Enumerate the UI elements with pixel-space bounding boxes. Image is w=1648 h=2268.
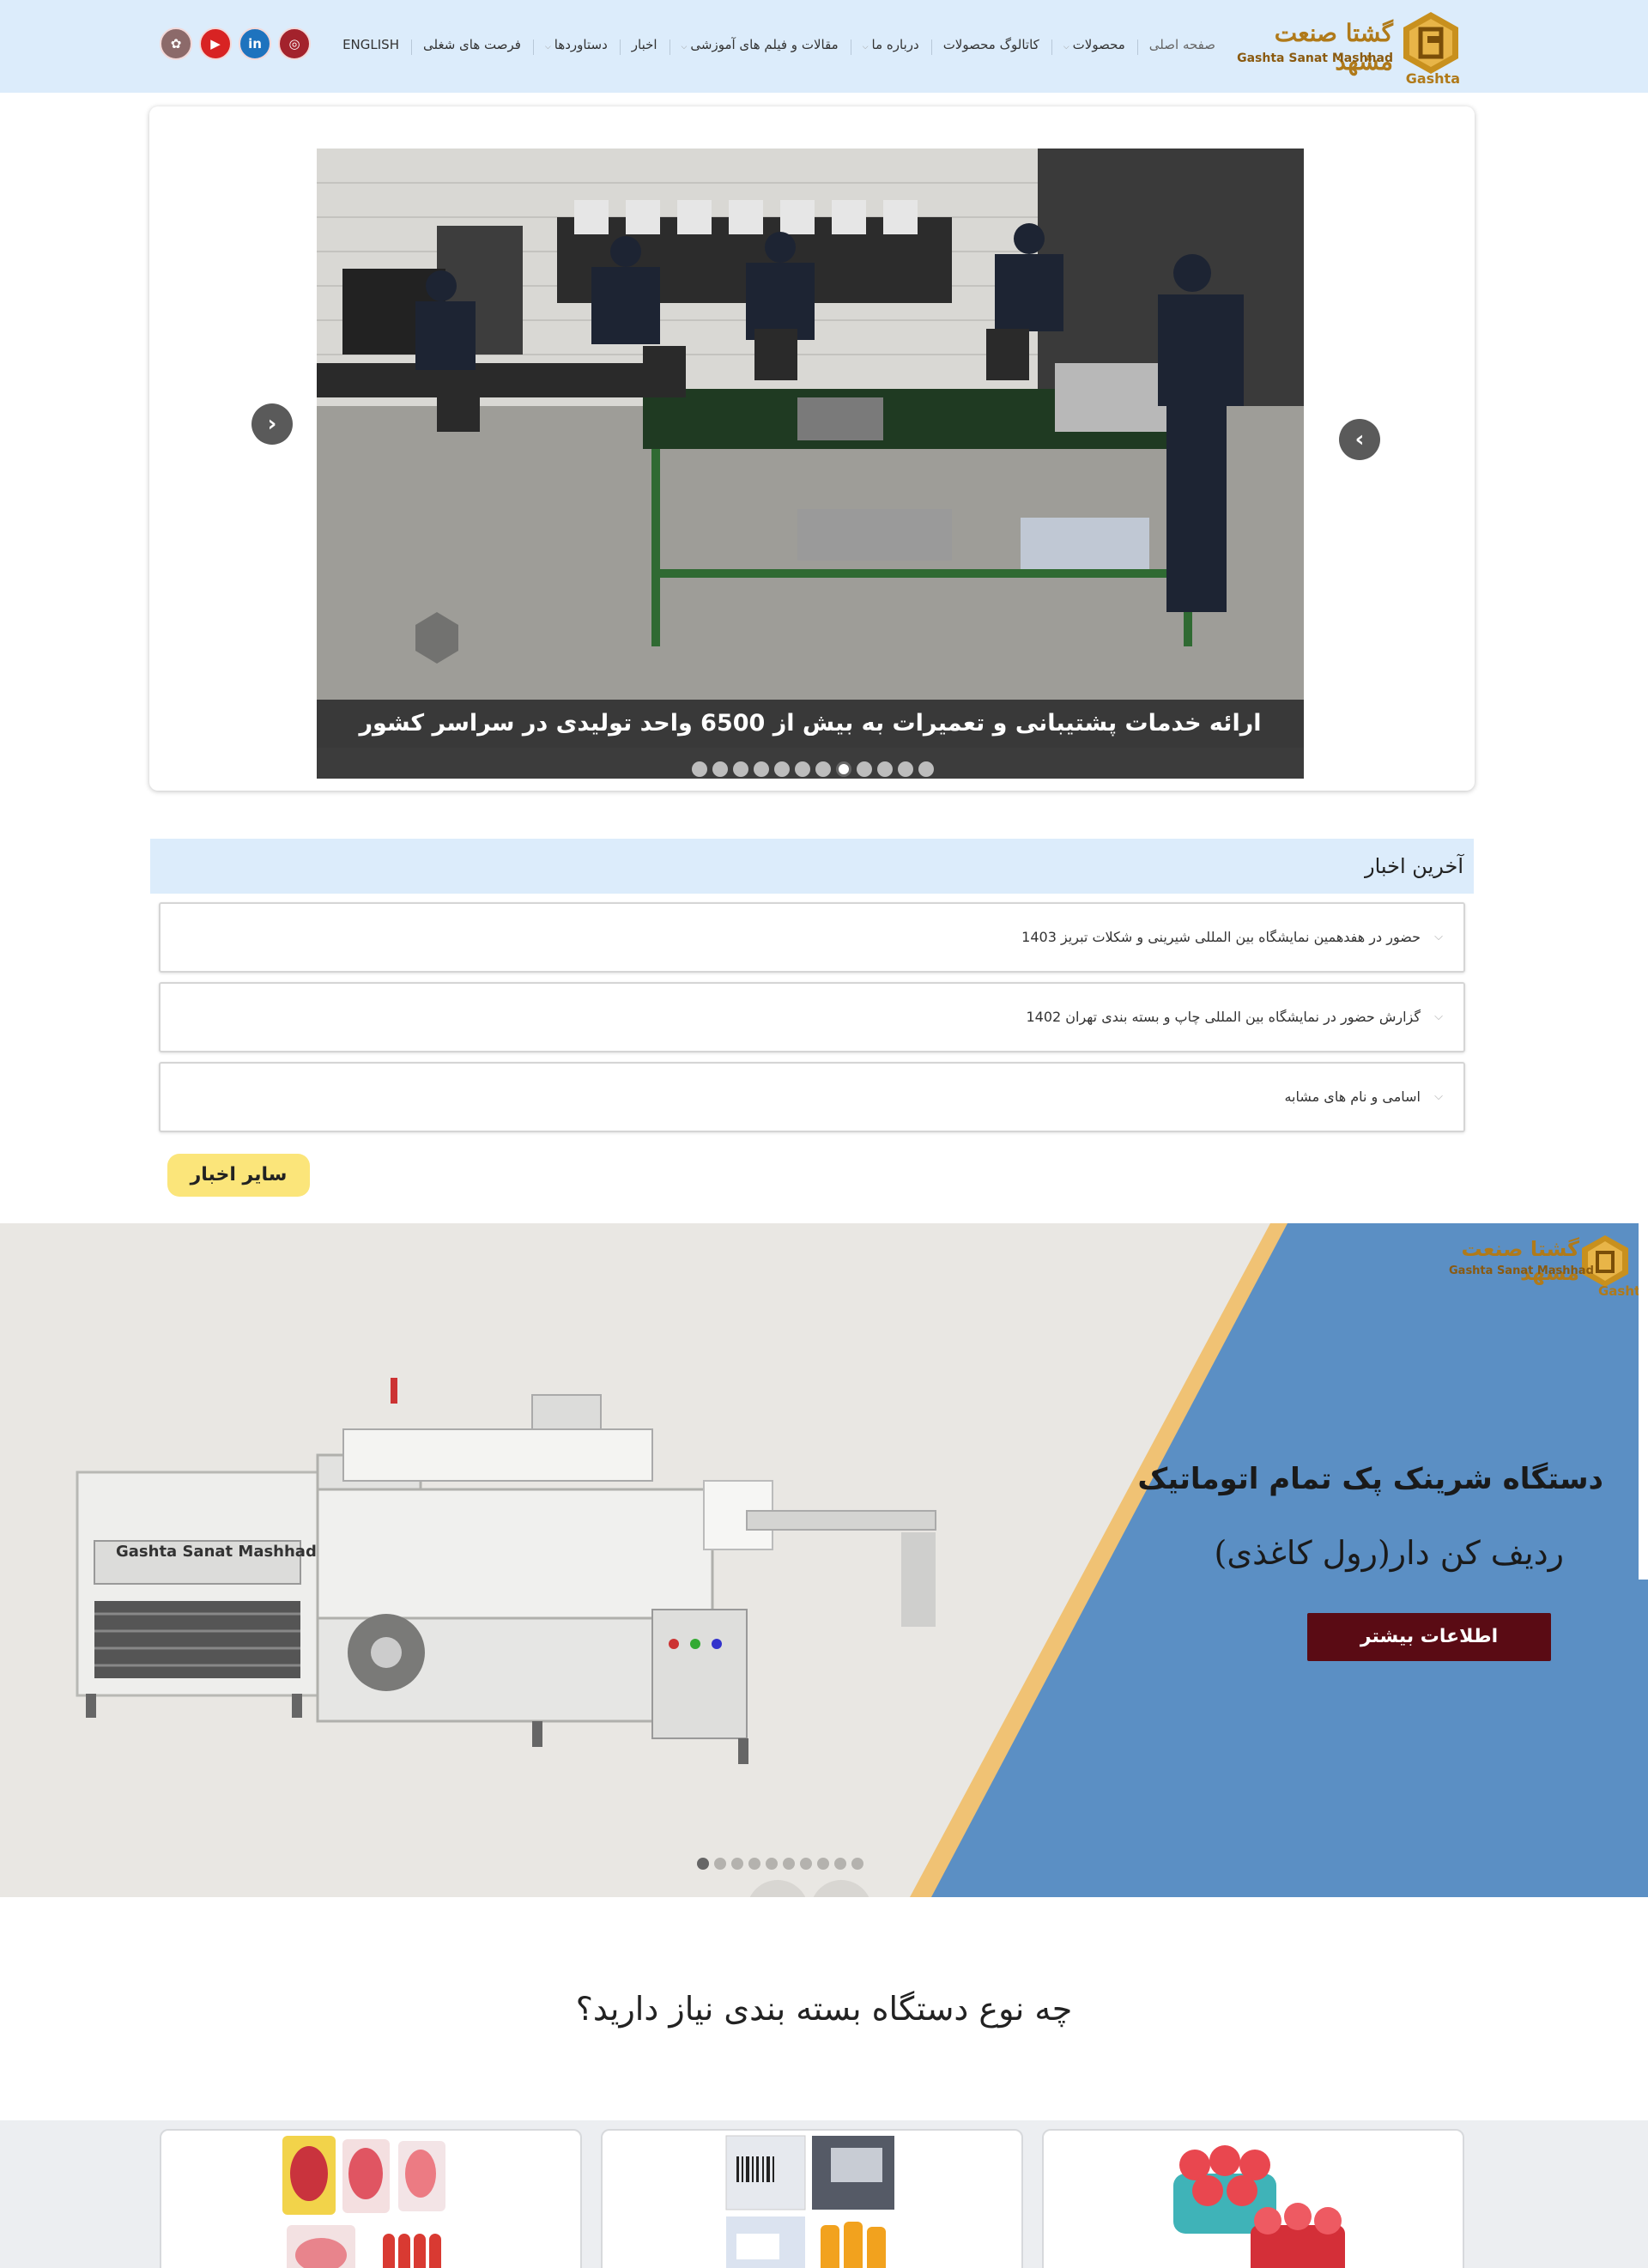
more-news-button[interactable]: سایر اخبار	[167, 1154, 310, 1197]
site-header: گشتا صنعت مشهد Gashta Sanat Mashhad Gash…	[0, 0, 1648, 93]
slider-dot[interactable]	[712, 761, 728, 777]
nav-item-label: مقالات و فیلم های آموزشی	[690, 37, 839, 52]
banner-logo-persian: گشتا صنعت مشهد	[1461, 1237, 1579, 1285]
news-item[interactable]: ⌵ اسامی و نام های مشابه	[159, 1062, 1465, 1132]
slider-dot[interactable]	[714, 1858, 726, 1870]
section-title: چه نوع دستگاه بسته بندی نیاز دارید؟	[575, 1990, 1073, 2028]
food-trays-image	[282, 2136, 445, 2268]
news-item[interactable]: ⌵ حضور در هفدهمین نمایشگاه بین المللی شی…	[159, 902, 1465, 973]
workshop-photo	[317, 149, 1304, 700]
slider-dot[interactable]	[748, 1858, 760, 1870]
instagram-icon[interactable]: ◎	[278, 27, 311, 60]
nav-item[interactable]: دستاوردها⌵	[533, 37, 621, 55]
news-item-title: اسامی و نام های مشابه	[1284, 1089, 1421, 1105]
slider-dot[interactable]	[731, 1858, 743, 1870]
banner-logo-english: Gashta Sanat Mashhad	[1449, 1264, 1594, 1277]
main-nav: صفحه اصلی محصولات⌵ کاتالوگ محصولات درباره م…	[330, 33, 1227, 57]
nav-item-label: صفحه اصلی	[1148, 37, 1215, 52]
chevron-left-icon: ‹	[267, 411, 277, 437]
slider-dot[interactable]	[815, 761, 831, 777]
slider-dot[interactable]	[857, 761, 872, 777]
nav-item[interactable]: صفحه اصلی	[1137, 37, 1227, 52]
slider-dot[interactable]	[692, 761, 707, 777]
machine-brand-label: Gashta Sanat Mashhad	[116, 1543, 317, 1561]
chevron-down-icon: ⌵	[681, 43, 688, 52]
slide-caption: ارائه خدمات پشتیبانی و تعمیرات به بیش از…	[359, 710, 1262, 737]
slider-dot[interactable]	[774, 761, 790, 777]
bottle-packs-image	[1173, 2145, 1345, 2268]
news-section-header: آخرین اخبار	[150, 839, 1474, 894]
chevron-down-icon: ⌵	[1434, 1090, 1443, 1103]
nav-item-label: دستاوردها	[554, 37, 608, 52]
nav-item[interactable]: فرصت های شغلی	[411, 37, 534, 55]
chevron-down-icon: ⌵	[544, 43, 551, 52]
nav-item[interactable]: درباره ما⌵	[851, 37, 932, 55]
slider-dot[interactable]	[851, 1858, 863, 1870]
linkedin-icon[interactable]: in	[239, 27, 271, 60]
logo-brand: Gashta	[1405, 70, 1460, 87]
slider-dot[interactable]	[898, 761, 913, 777]
hero-slide-image	[317, 149, 1304, 700]
youtube-icon[interactable]: ▶	[199, 27, 232, 60]
nav-item[interactable]: محصولات⌵	[1051, 37, 1138, 55]
social-links: ◎ in ▶ ✿	[160, 27, 311, 60]
category-card[interactable]	[601, 2129, 1023, 2268]
news-item-title: گزارش حضور در نمایشگاه بین المللی چاپ و …	[1026, 1009, 1421, 1025]
slider-dot[interactable]	[800, 1858, 812, 1870]
news-section-title: آخرین اخبار	[1365, 854, 1463, 878]
banner-slider-dots	[697, 1858, 863, 1870]
nav-item-label: کاتالوگ محصولات	[942, 37, 1039, 52]
slider-dot[interactable]	[918, 761, 934, 777]
news-item[interactable]: ⌵ گزارش حضور در نمایشگاه بین المللی چاپ …	[159, 982, 1465, 1052]
slider-dot[interactable]	[697, 1858, 709, 1870]
aparat-icon[interactable]: ✿	[160, 27, 192, 60]
category-card[interactable]	[160, 2129, 582, 2268]
side-scroll-tab[interactable]	[1639, 1223, 1648, 1580]
slider-dot[interactable]	[834, 1858, 846, 1870]
chevron-down-icon: ⌵	[1063, 43, 1069, 52]
product-banner: Gashta Sanat Mashhad گشتا صنعت مشهد Gash…	[0, 1223, 1648, 1897]
site-logo[interactable]: گشتا صنعت مشهد Gashta Sanat Mashhad Gash…	[1237, 9, 1463, 87]
nav-item-label: فرصت های شغلی	[422, 37, 521, 52]
banner-subtitle: ردیف کن دار(رول کاغذی)	[1214, 1534, 1564, 1572]
slider-dot[interactable]	[733, 761, 748, 777]
slider-dot[interactable]	[766, 1858, 778, 1870]
chevron-down-icon: ⌵	[1434, 931, 1443, 943]
slider-dot[interactable]	[877, 761, 893, 777]
logo-persian-name: گشتا صنعت مشهد	[1274, 19, 1393, 76]
nav-item[interactable]: ENGLISH	[330, 37, 412, 55]
labels-and-bottles-image	[725, 2135, 894, 2268]
nav-item[interactable]: مقالات و فیلم های آموزشی⌵	[670, 37, 851, 55]
slider-next-button[interactable]: ›	[1339, 419, 1380, 460]
slider-dot[interactable]	[836, 761, 851, 777]
news-item-title: حضور در هفدهمین نمایشگاه بین المللی شیری…	[1021, 929, 1421, 945]
gashta-hex-icon	[1403, 12, 1458, 74]
chevron-down-icon: ⌵	[1434, 1010, 1443, 1023]
more-info-button[interactable]: اطلاعات بیشتر	[1307, 1613, 1551, 1661]
nav-item[interactable]: اخبار	[620, 37, 670, 55]
chevron-right-icon: ›	[1354, 427, 1365, 452]
nav-item-label: ENGLISH	[342, 37, 399, 52]
slider-prev-button[interactable]: ‹	[251, 403, 293, 445]
hero-slider-dots	[692, 761, 934, 777]
nav-item-label: درباره ما	[871, 37, 919, 52]
nav-item-label: اخبار	[631, 37, 657, 52]
nav-item[interactable]: کاتالوگ محصولات	[931, 37, 1052, 55]
slider-dot[interactable]	[754, 761, 769, 777]
slider-dot[interactable]	[817, 1858, 829, 1870]
slider-dot[interactable]	[795, 761, 810, 777]
logo-english-name: Gashta Sanat Mashhad	[1237, 52, 1393, 65]
banner-title: دستگاه شرینک پک تمام اتوماتیک	[1137, 1462, 1603, 1496]
category-card[interactable]	[1042, 2129, 1464, 2268]
chevron-down-icon: ⌵	[862, 43, 869, 52]
nav-item-label: محصولات	[1072, 37, 1125, 52]
slider-dot[interactable]	[783, 1858, 795, 1870]
